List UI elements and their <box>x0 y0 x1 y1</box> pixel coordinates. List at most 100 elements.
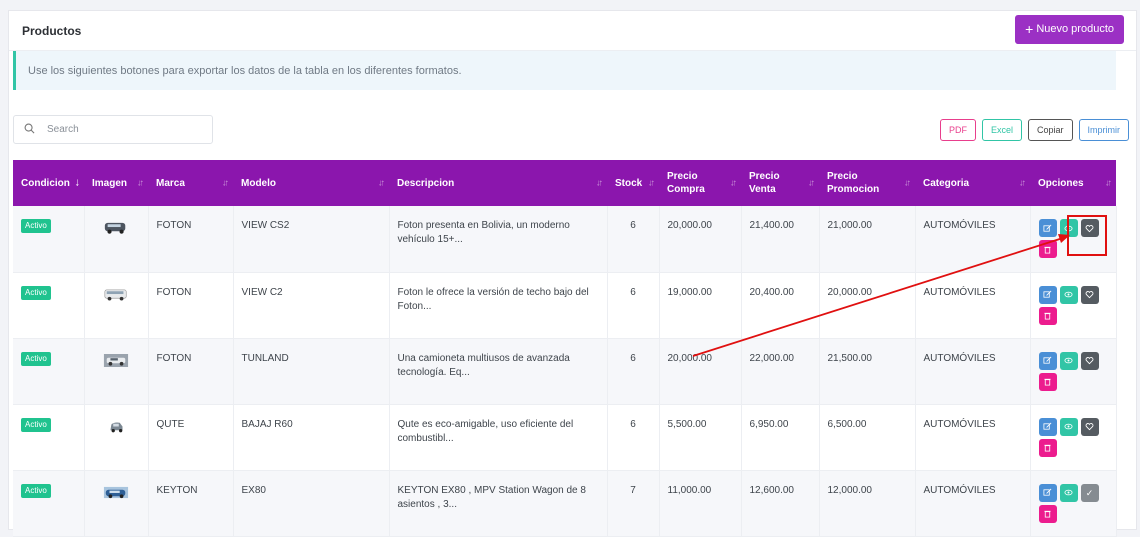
cell-marca: QUTE <box>148 404 234 471</box>
column-header[interactable]: Stock ↓↑ <box>607 160 659 206</box>
cell-categoria: AUTOMÓVILES <box>915 404 1031 471</box>
row-actions <box>1038 417 1101 457</box>
export-buttons: PDF Excel Copiar Imprimir <box>939 119 1129 141</box>
cell-imagen <box>84 404 149 471</box>
card-header: Productos + Nuevo producto <box>9 11 1136 51</box>
cell-descripcion: Qute es eco-amigable, uso eficiente del … <box>389 404 608 471</box>
delete-button[interactable] <box>1038 372 1057 391</box>
new-product-label: Nuevo producto <box>1036 23 1114 35</box>
cell-condicion: Activo <box>13 206 85 273</box>
cell-precio-compra: 20,000.00 <box>659 338 742 405</box>
edit-button[interactable] <box>1038 285 1057 304</box>
view-button[interactable] <box>1059 351 1078 370</box>
search-box[interactable] <box>13 115 213 144</box>
copy-button[interactable]: Copiar <box>1027 119 1073 141</box>
cell-modelo: VIEW C2 <box>233 272 390 339</box>
column-header[interactable]: Condicion ↓ <box>13 160 84 206</box>
search-icon <box>24 121 35 139</box>
cell-marca: FOTON <box>148 338 234 405</box>
cell-precio-promocion: 20,000.00 <box>819 272 916 339</box>
edit-button[interactable] <box>1038 219 1057 237</box>
cell-condicion: Activo <box>13 272 85 339</box>
column-header[interactable]: Imagen ↓↑ <box>84 160 148 206</box>
plus-icon: + <box>1025 21 1034 37</box>
cell-categoria: AUTOMÓVILES <box>915 272 1031 339</box>
delete-button[interactable] <box>1038 504 1057 523</box>
status-badge: Activo <box>21 219 51 233</box>
table-header-row: Condicion ↓ Imagen ↓↑ Marca ↓↑ Modelo ↓↑ Des… <box>13 160 1116 206</box>
cell-precio-venta: 22,000.00 <box>741 338 820 405</box>
van-icon <box>103 220 129 234</box>
mpv-icon <box>103 485 129 499</box>
table-row: Activo FOTON VIEW CS2 Foton presenta en … <box>13 206 1117 273</box>
cell-condicion: Activo <box>13 404 85 471</box>
cell-imagen <box>84 470 149 537</box>
column-header[interactable]: Opciones ↓↑ <box>1030 160 1116 206</box>
cell-imagen <box>84 206 149 273</box>
cell-descripcion: KEYTON EX80 , MPV Station Wagon de 8 asi… <box>389 470 608 537</box>
cell-opciones <box>1030 338 1117 405</box>
view-button[interactable] <box>1059 285 1078 304</box>
view-button[interactable] <box>1059 417 1078 436</box>
column-header[interactable]: Precio Compra ↓↑ <box>659 160 741 206</box>
status-badge: Activo <box>21 285 51 300</box>
cell-precio-compra: 11,000.00 <box>659 470 742 537</box>
cell-opciones <box>1030 404 1117 471</box>
cell-categoria: AUTOMÓVILES <box>915 338 1031 405</box>
cell-modelo: TUNLAND <box>233 338 390 405</box>
products-table: Condicion ↓ Imagen ↓↑ Marca ↓↑ Modelo ↓↑ Des… <box>13 160 1117 537</box>
column-header[interactable]: Marca ↓↑ <box>148 160 233 206</box>
favorite-button[interactable] <box>1080 351 1099 370</box>
export-info-alert: Use los siguientes botones para exportar… <box>13 51 1116 90</box>
column-header[interactable]: Categoria ↓↑ <box>915 160 1030 206</box>
delete-button[interactable] <box>1038 240 1057 258</box>
favorite-button[interactable] <box>1080 417 1099 436</box>
export-excel-button[interactable]: Excel <box>981 119 1022 141</box>
cell-stock: 6 <box>607 338 660 405</box>
minibus-icon <box>103 287 129 301</box>
column-header[interactable]: Modelo ↓↑ <box>233 160 389 206</box>
check-icon[interactable]: ✓ <box>1080 483 1099 502</box>
search-input[interactable] <box>47 124 197 135</box>
favorite-button[interactable] <box>1080 285 1099 304</box>
delete-button[interactable] <box>1038 438 1057 457</box>
cell-precio-venta: 12,600.00 <box>741 470 820 537</box>
cell-imagen <box>84 338 149 405</box>
cell-stock: 6 <box>607 206 660 273</box>
column-header[interactable]: Descripcion ↓↑ <box>389 160 607 206</box>
page-title: Productos <box>22 23 82 38</box>
edit-button[interactable] <box>1038 417 1057 436</box>
row-actions: ✓ <box>1038 483 1101 523</box>
view-button[interactable] <box>1059 483 1078 502</box>
edit-button[interactable] <box>1038 483 1057 502</box>
new-product-button[interactable]: + Nuevo producto <box>1015 14 1124 44</box>
cell-imagen <box>84 272 149 339</box>
cell-stock: 7 <box>607 470 660 537</box>
cell-precio-compra: 5,500.00 <box>659 404 742 471</box>
edit-button[interactable] <box>1038 351 1057 370</box>
cell-precio-compra: 19,000.00 <box>659 272 742 339</box>
delete-button[interactable] <box>1038 306 1057 325</box>
favorite-button[interactable] <box>1080 219 1099 237</box>
cell-modelo: VIEW CS2 <box>233 206 390 273</box>
status-badge: Activo <box>21 483 51 498</box>
row-actions <box>1038 351 1101 391</box>
small-car-icon <box>103 419 129 433</box>
table-row: Activo QUTE BAJAJ R60 Qute es eco-amigab… <box>13 404 1117 471</box>
cell-descripcion: Foton le ofrece la versión de techo bajo… <box>389 272 608 339</box>
cell-precio-venta: 6,950.00 <box>741 404 820 471</box>
status-badge: Activo <box>21 417 51 432</box>
cell-precio-promocion: 6,500.00 <box>819 404 916 471</box>
cell-modelo: BAJAJ R60 <box>233 404 390 471</box>
cell-condicion: Activo <box>13 338 85 405</box>
column-header[interactable]: Precio Venta ↓↑ <box>741 160 819 206</box>
cell-condicion: Activo <box>13 470 85 537</box>
cell-opciones: ✓ <box>1030 470 1117 537</box>
cell-precio-promocion: 12,000.00 <box>819 470 916 537</box>
view-button[interactable] <box>1059 219 1078 237</box>
print-button[interactable]: Imprimir <box>1078 119 1129 141</box>
status-badge: Activo <box>21 351 51 366</box>
export-pdf-button[interactable]: PDF <box>939 119 976 141</box>
column-header[interactable]: Precio Promocion ↓↑ <box>819 160 915 206</box>
cell-categoria: AUTOMÓVILES <box>915 470 1031 537</box>
